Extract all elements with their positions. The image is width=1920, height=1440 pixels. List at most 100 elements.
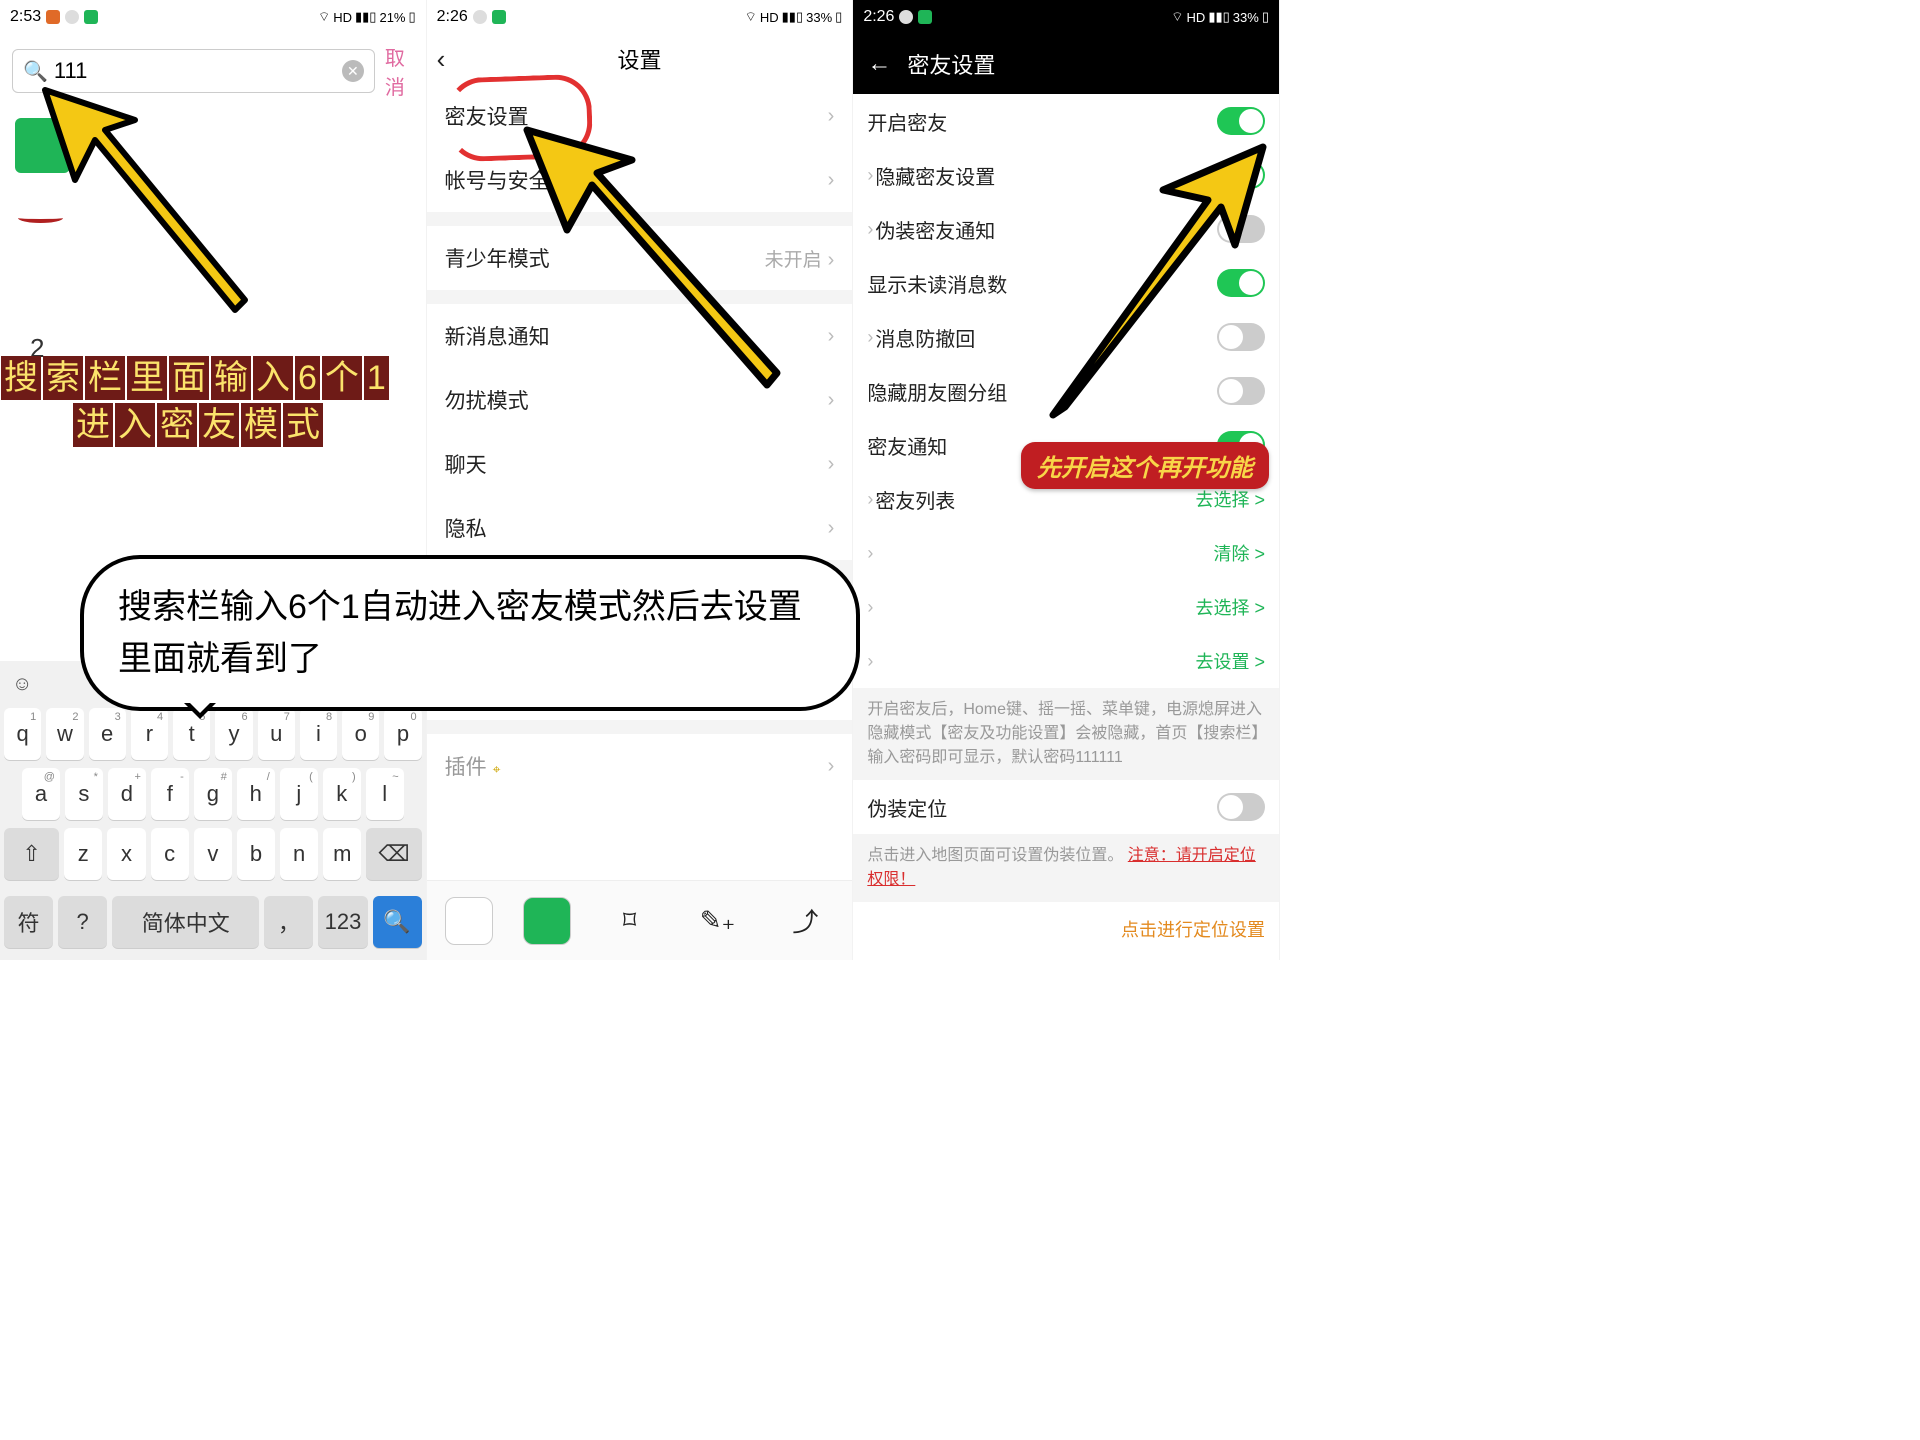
- chevron-right-icon: ›: [867, 219, 873, 240]
- key-u[interactable]: u7: [258, 708, 295, 760]
- signal-icon: ▮▮▯: [355, 9, 376, 25]
- key-k[interactable]: k): [323, 768, 361, 820]
- row-开启密友[interactable]: 开启密友: [853, 94, 1279, 148]
- status-battery: 33%: [806, 10, 832, 25]
- signal-icon: ▮▮▯: [782, 9, 803, 25]
- item-account-security[interactable]: 帐号与安全›: [427, 148, 853, 212]
- search-box[interactable]: 🔍 ✕: [12, 49, 375, 93]
- chevron-right-icon: ›: [867, 489, 873, 510]
- signal-icon: ▮▮▯: [1208, 9, 1229, 25]
- action-link[interactable]: 去设置 >: [1195, 648, 1265, 674]
- scan-icon[interactable]: ⌑: [601, 905, 659, 936]
- key-b[interactable]: b: [237, 828, 275, 880]
- thumb-app1[interactable]: [445, 897, 493, 945]
- shift-key[interactable]: ⇧: [4, 828, 59, 880]
- row-隐藏密友设置[interactable]: ›隐藏密友设置: [853, 148, 1279, 202]
- action-link[interactable]: 清除 >: [1213, 540, 1265, 566]
- status-avatar-icon: [899, 10, 913, 24]
- item-new-msg[interactable]: 新消息通知›: [427, 304, 853, 368]
- action-link[interactable]: 去选择 >: [1195, 594, 1265, 620]
- toggle-switch[interactable]: [1217, 793, 1265, 821]
- result-avatar[interactable]: [15, 118, 70, 173]
- key-z[interactable]: z: [64, 828, 102, 880]
- item-fake-location[interactable]: 伪装定位: [853, 780, 1279, 834]
- item-chat[interactable]: 聊天›: [427, 432, 853, 496]
- key-o[interactable]: o9: [342, 708, 379, 760]
- key-q[interactable]: q1: [4, 708, 41, 760]
- comma-key[interactable]: ，: [264, 896, 313, 948]
- backspace-key[interactable]: ⌫: [366, 828, 421, 880]
- item-privacy[interactable]: 隐私›: [427, 496, 853, 560]
- toggle-switch[interactable]: [1217, 323, 1265, 351]
- status-time: 2:26: [863, 8, 894, 26]
- separator: [427, 290, 853, 304]
- chevron-right-icon: ›: [867, 165, 873, 186]
- caption-line2: 进入密友模式: [72, 402, 324, 448]
- miyou-header: ← 密友设置: [853, 34, 1279, 94]
- toggle-switch[interactable]: [1217, 215, 1265, 243]
- key-y[interactable]: y6: [215, 708, 252, 760]
- key-x[interactable]: x: [107, 828, 145, 880]
- item-dnd[interactable]: 勿扰模式›: [427, 368, 853, 432]
- key-v[interactable]: v: [194, 828, 232, 880]
- status-battery: 33%: [1233, 10, 1259, 25]
- clear-icon[interactable]: ✕: [342, 60, 364, 82]
- miyou-title: 密友设置: [907, 48, 995, 80]
- key-n[interactable]: n: [280, 828, 318, 880]
- row-去设置 >[interactable]: ›去设置 >: [853, 634, 1279, 688]
- emoji-icon[interactable]: ☺: [12, 673, 32, 698]
- search-row: 🔍 ✕ 取消: [0, 34, 426, 108]
- action-link[interactable]: 去选择 >: [1195, 486, 1265, 512]
- key-c[interactable]: c: [151, 828, 189, 880]
- location-setup-link[interactable]: 点击进行定位设置: [853, 902, 1279, 956]
- row-消息防撤回[interactable]: ›消息防撤回: [853, 310, 1279, 364]
- chevron-right-icon: ›: [828, 249, 835, 271]
- key-i[interactable]: i8: [300, 708, 337, 760]
- key-d[interactable]: d+: [108, 768, 146, 820]
- row-伪装密友通知[interactable]: ›伪装密友通知: [853, 202, 1279, 256]
- row-显示未读消息数[interactable]: 显示未读消息数: [853, 256, 1279, 310]
- toggle-switch[interactable]: [1217, 377, 1265, 405]
- thumb-wechat[interactable]: [523, 897, 571, 945]
- key-w[interactable]: w2: [46, 708, 83, 760]
- key-e[interactable]: e3: [89, 708, 126, 760]
- settings-header: ‹ 设置: [427, 34, 853, 84]
- num-key[interactable]: 123: [318, 896, 367, 948]
- back-icon[interactable]: ‹: [437, 44, 446, 75]
- symbol-key[interactable]: 符: [4, 896, 53, 948]
- key-m[interactable]: m: [323, 828, 361, 880]
- key-r[interactable]: r4: [131, 708, 168, 760]
- status-battery: 21%: [379, 10, 405, 25]
- search-key[interactable]: 🔍: [373, 896, 422, 948]
- search-input[interactable]: [48, 58, 342, 84]
- question-key[interactable]: ?: [58, 896, 107, 948]
- status-avatar-icon: [65, 10, 79, 24]
- toggle-switch[interactable]: [1217, 161, 1265, 189]
- key-h[interactable]: h/: [237, 768, 275, 820]
- key-p[interactable]: p0: [384, 708, 421, 760]
- location-note: 点击进入地图页面可设置伪装位置。 注意：请开启定位权限！: [853, 834, 1279, 902]
- wifi-icon: ⌔: [1171, 9, 1183, 25]
- item-plugins[interactable]: 插件⌖ ›: [427, 734, 853, 798]
- toggle-switch[interactable]: [1217, 269, 1265, 297]
- kbd-row2: a@s*d+f-g#h/j(k)l~: [4, 768, 422, 820]
- back-icon[interactable]: ←: [867, 50, 891, 78]
- key-a[interactable]: a@: [22, 768, 60, 820]
- edit-icon[interactable]: ✎₊: [689, 905, 747, 936]
- item-teen-mode[interactable]: 青少年模式 未开启›: [427, 226, 853, 290]
- row-清除 >[interactable]: ›清除 >: [853, 526, 1279, 580]
- row-去选择 >[interactable]: ›去选择 >: [853, 580, 1279, 634]
- share-icon[interactable]: ⤴: [776, 902, 834, 939]
- status-net: HD: [760, 10, 779, 25]
- key-s[interactable]: s*: [65, 768, 103, 820]
- key-g[interactable]: g#: [194, 768, 232, 820]
- status-net: HD: [1187, 10, 1206, 25]
- key-j[interactable]: j(: [280, 768, 318, 820]
- row-隐藏朋友圈分组[interactable]: 隐藏朋友圈分组: [853, 364, 1279, 418]
- item-miyou-settings[interactable]: 密友设置›: [427, 84, 853, 148]
- cancel-button[interactable]: 取消: [385, 42, 414, 100]
- key-f[interactable]: f-: [151, 768, 189, 820]
- space-key[interactable]: 简体中文: [112, 896, 259, 948]
- toggle-switch[interactable]: [1217, 107, 1265, 135]
- key-l[interactable]: l~: [366, 768, 404, 820]
